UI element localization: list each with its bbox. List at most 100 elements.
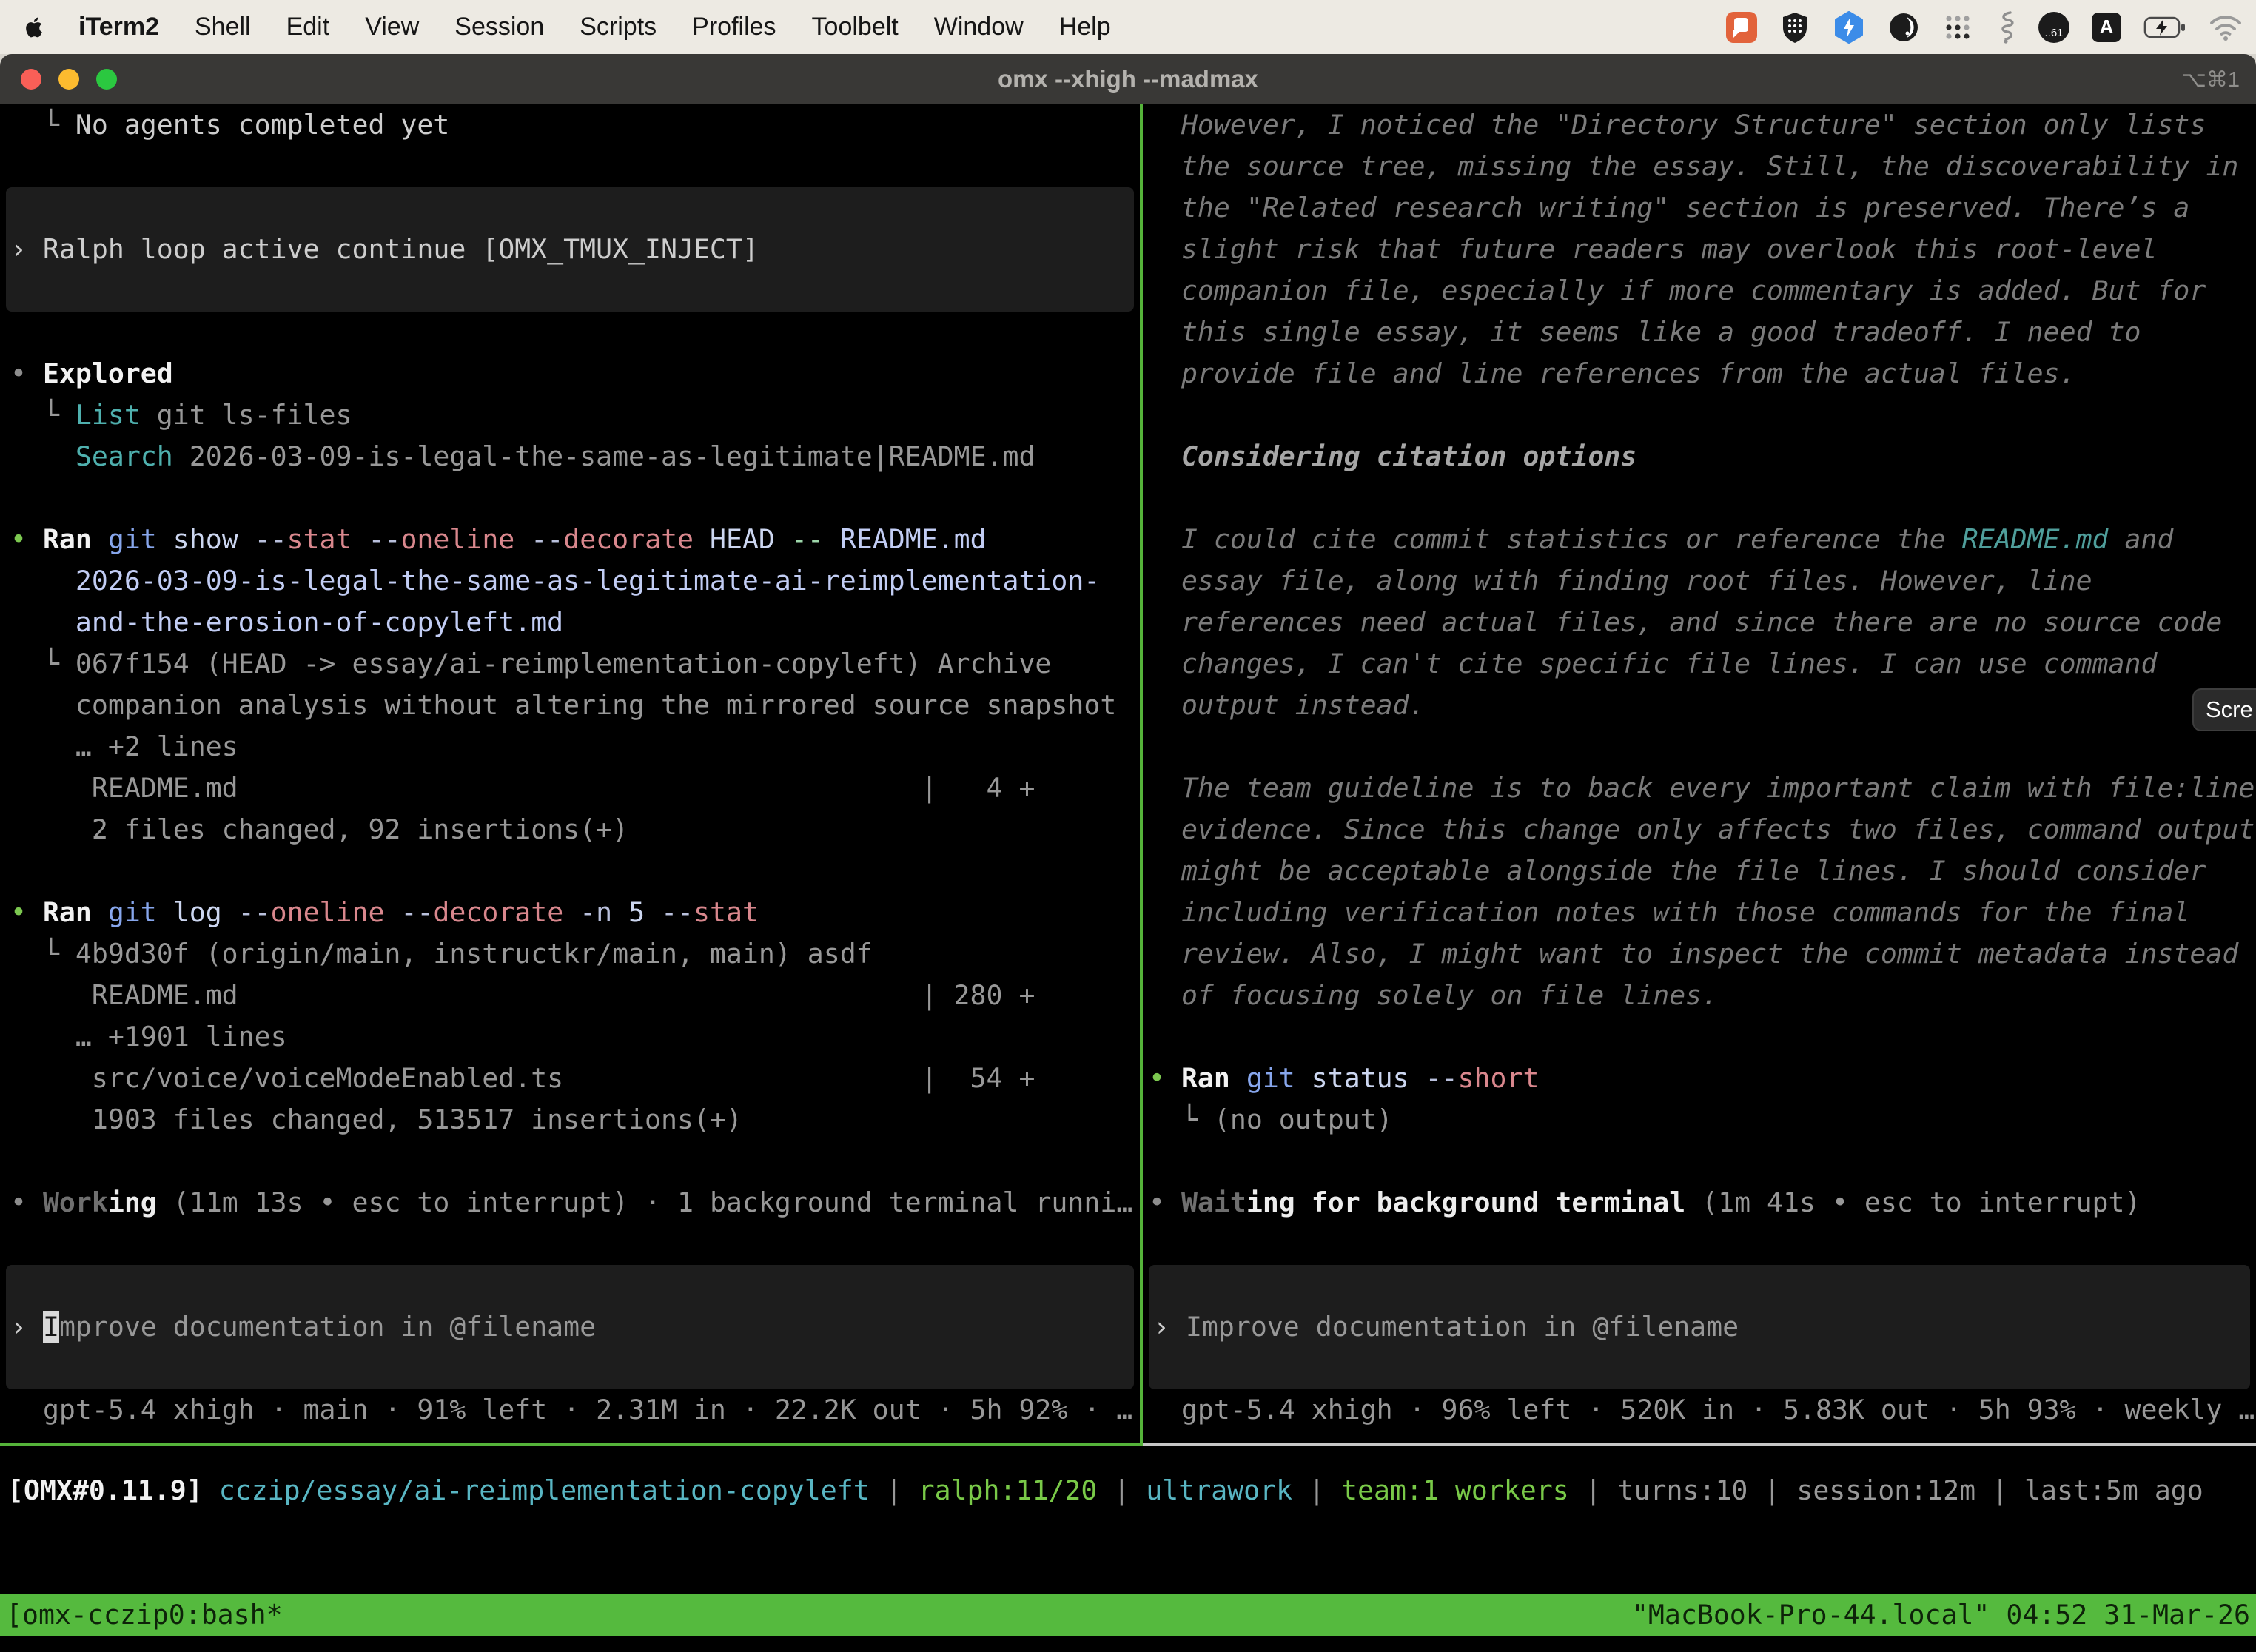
text-segment: gpt-5.4 xhigh · main · 91% left · 2.31M … — [10, 1394, 1132, 1426]
text-segment: cczip/essay/ai-reimplementation-copyleft — [219, 1474, 870, 1506]
battery-percent-badge[interactable]: ..61 — [2038, 12, 2069, 43]
wifi-icon[interactable] — [2209, 14, 2243, 41]
text-segment: HEAD — [694, 523, 791, 555]
menu-item-session[interactable]: Session — [454, 13, 544, 41]
apple-menu-icon[interactable] — [22, 16, 46, 39]
text-segment: stat — [694, 896, 759, 928]
text-segment: changes, I can't cite specific file line… — [1149, 648, 2157, 679]
text-segment: (1m 41s • esc to interrupt) — [1685, 1186, 2141, 1218]
blank-line — [1149, 726, 2256, 768]
text-segment: 2 files changed, 92 insertions(+) — [10, 813, 628, 845]
terminal-line: Considering citation options — [1149, 436, 2256, 477]
menu-item-scripts[interactable]: Scripts — [580, 13, 657, 41]
terminal-line: companion analysis without altering the … — [10, 685, 1140, 726]
active-pane-border — [0, 1443, 1143, 1446]
text-segment: stat — [287, 523, 352, 555]
text-segment: | — [1975, 1474, 2024, 1506]
terminal-line: • Explored — [10, 353, 1140, 394]
terminal-line: • Ran git log --oneline --decorate -n 5 … — [10, 892, 1140, 933]
shield-grid-icon[interactable] — [1779, 11, 1810, 44]
text-segment: README.md — [824, 523, 987, 555]
text-segment: last:5m ago — [2024, 1474, 2203, 1506]
terminal-line: • Waiting for background terminal (1m 41… — [1149, 1182, 2256, 1223]
text-segment: -- — [255, 523, 287, 555]
menu-item-iterm2[interactable]: iTerm2 — [78, 13, 159, 41]
terminal-line: 2 files changed, 92 insertions(+) — [10, 809, 1140, 850]
text-segment: gpt-5.4 xhigh · 96% left · 520K in · 5.8… — [1149, 1394, 2255, 1426]
battery-charging-icon[interactable] — [2143, 16, 2186, 38]
text-segment: ultrawork — [1146, 1474, 1292, 1506]
menu-items: iTerm2 Shell Edit View Session Scripts Profile… — [78, 13, 1111, 41]
text-segment: ing — [108, 1186, 157, 1218]
terminal-line: … +2 lines — [10, 726, 1140, 768]
terminal-line: the source tree, missing the essay. Stil… — [1149, 146, 2256, 187]
terminal-line: • Ran git show --stat --oneline --decora… — [10, 519, 1140, 560]
text-segment: • — [10, 1186, 43, 1218]
terminal-line: provide file and line references from th… — [1149, 353, 2256, 394]
toast-label: Scre — [2206, 696, 2253, 723]
squiggle-icon[interactable] — [1995, 10, 2016, 44]
text-segment: review. Also, I might want to inspect th… — [1149, 938, 2238, 970]
terminal-line: I could cite commit statistics or refere… — [1149, 519, 2256, 560]
text-segment: 1903 files changed, 513517 insertions(+) — [10, 1104, 742, 1135]
menu-item-view[interactable]: View — [365, 13, 419, 41]
left-terminal-pane[interactable]: └ No agents completed yet› Ralph loop ac… — [0, 104, 1140, 1443]
text-segment: -- — [238, 896, 271, 928]
menu-item-edit[interactable]: Edit — [286, 13, 330, 41]
prompt-input-box[interactable]: › Ralph loop active continue [OMX_TMUX_I… — [6, 187, 1134, 312]
terminal-line: README.md | 4 + — [10, 768, 1140, 809]
screen: { "menu_bar": { "items": ["iTerm2", "She… — [0, 0, 2256, 1652]
prompt-input-box[interactable]: › Improve documentation in @filename — [6, 1265, 1134, 1389]
blank-line — [1149, 477, 2256, 519]
text-segment: status — [1295, 1062, 1426, 1094]
text-segment: • — [10, 523, 43, 555]
screenshot-app-icon[interactable] — [1726, 12, 1757, 43]
text-segment: evidence. Since this change only affects… — [1149, 813, 2255, 845]
text-segment: └ — [10, 399, 75, 431]
text-segment: short — [1458, 1062, 1540, 1094]
text-segment: I could cite commit statistics or refere… — [1149, 523, 1962, 555]
right-terminal-pane[interactable]: However, I noticed the "Directory Struct… — [1143, 104, 2256, 1443]
terminal-line: might be acceptable alongside the file l… — [1149, 850, 2256, 892]
text-segment: including verification notes with those … — [1149, 896, 2189, 928]
input-source-a-icon[interactable]: A — [2092, 13, 2121, 42]
text-segment: However, I noticed the "Directory Struct… — [1149, 109, 2206, 141]
prompt-input-box[interactable]: › Improve documentation in @filename — [1149, 1265, 2250, 1389]
terminal-line: of focusing solely on file lines. — [1149, 975, 2256, 1016]
text-segment: of focusing solely on file lines. — [1149, 979, 1718, 1011]
terminal-line: slight risk that future readers may over… — [1149, 229, 2256, 270]
text-segment: └ 067f154 (HEAD -> essay/ai-reimplementa… — [10, 648, 1051, 679]
text-segment: decorate — [563, 523, 694, 555]
terminal-line: and-the-erosion-of-copyleft.md — [10, 602, 1140, 643]
text-segment: Work — [43, 1186, 108, 1218]
terminal-area: └ No agents completed yet› Ralph loop ac… — [0, 104, 2256, 1652]
text-segment: Wait — [1181, 1186, 1246, 1218]
hexagon-bolt-icon[interactable] — [1833, 11, 1865, 44]
terminal-line: review. Also, I might want to inspect th… — [1149, 933, 2256, 975]
terminal-line: README.md | 280 + — [10, 975, 1140, 1016]
text-segment: -n — [580, 896, 612, 928]
blank-line — [10, 146, 1140, 187]
pie-circle-icon[interactable] — [1887, 11, 1920, 44]
menu-item-help[interactable]: Help — [1059, 13, 1111, 41]
menu-item-toolbelt[interactable]: Toolbelt — [812, 13, 899, 41]
terminal-line: output instead. — [1149, 685, 2256, 726]
text-segment: session:12m — [1796, 1474, 1975, 1506]
text-segment: Ralph loop active continue [OMX_TMUX_INJ… — [43, 233, 759, 265]
terminal-line: the "Related research writing" section i… — [1149, 187, 2256, 229]
text-segment: git — [108, 896, 157, 928]
menu-item-shell[interactable]: Shell — [195, 13, 251, 41]
menu-item-profiles[interactable]: Profiles — [692, 13, 776, 41]
text-segment — [10, 440, 75, 472]
text-segment: Ran — [43, 896, 108, 928]
window-title-bar: omx --xhigh --madmax ⌥⌘1 — [0, 54, 2256, 104]
terminal-line: └ List git ls-files — [10, 394, 1140, 436]
text-segment — [352, 523, 369, 555]
dots-grid-icon[interactable] — [1942, 12, 1973, 43]
text-segment: 5 — [612, 896, 661, 928]
text-segment: -- — [369, 523, 401, 555]
menu-item-window[interactable]: Window — [934, 13, 1024, 41]
blank-line — [10, 1223, 1140, 1265]
blank-line — [10, 312, 1140, 353]
tmux-status-bar: [omx-cczip0:bash* "MacBook-Pro-44.local"… — [0, 1594, 2256, 1636]
